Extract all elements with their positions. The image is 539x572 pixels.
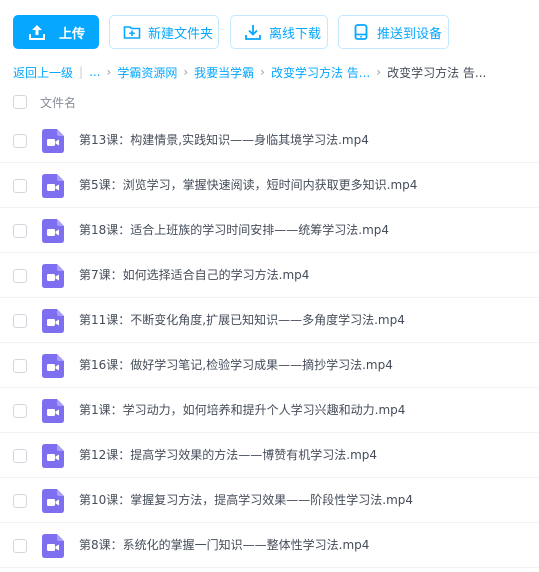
file-row[interactable]: 第13课：构建情景,实践知识——身临其境学习法.mp4 xyxy=(0,118,539,163)
file-name[interactable]: 第11课：不断变化角度,扩展已知知识——多角度学习法.mp4 xyxy=(79,298,405,343)
video-file-icon xyxy=(42,219,64,243)
push-to-device-button[interactable]: 推送到设备 xyxy=(338,15,449,49)
breadcrumb-divider: | xyxy=(79,65,84,79)
row-checkbox[interactable] xyxy=(13,449,27,463)
breadcrumb-item[interactable]: 学霸资源网 xyxy=(117,64,177,81)
file-name[interactable]: 第5课：浏览学习，掌握快速阅读，短时间内获取更多知识.mp4 xyxy=(79,163,417,208)
column-header-filename[interactable]: 文件名 xyxy=(40,94,76,111)
toolbar: 上传 新建文件夹 离线下载 推送到设备 xyxy=(0,0,539,64)
breadcrumb: 返回上一级 | ... › 学霸资源网 › 我要当学霸 › 改变学习方法 告..… xyxy=(13,63,539,81)
video-file-icon xyxy=(42,354,64,378)
new-folder-label: 新建文件夹 xyxy=(148,26,214,42)
offline-download-label: 离线下载 xyxy=(269,26,322,42)
upload-label: 上传 xyxy=(59,26,86,42)
device-icon xyxy=(351,22,371,42)
folder-plus-icon xyxy=(122,22,142,42)
file-row[interactable]: 第11课：不断变化角度,扩展已知知识——多角度学习法.mp4 xyxy=(0,298,539,343)
push-to-device-label: 推送到设备 xyxy=(377,26,443,42)
row-checkbox[interactable] xyxy=(13,134,27,148)
file-name[interactable]: 第10课：掌握复习方法，提高学习效果——阶段性学习法.mp4 xyxy=(79,478,413,523)
row-checkbox[interactable] xyxy=(13,179,27,193)
video-file-icon xyxy=(42,129,64,153)
file-row[interactable]: 第5课：浏览学习，掌握快速阅读，短时间内获取更多知识.mp4 xyxy=(0,163,539,208)
file-name[interactable]: 第7课：如何选择适合自己的学习方法.mp4 xyxy=(79,253,309,298)
file-name[interactable]: 第16课：做好学习笔记,检验学习成果——摘抄学习法.mp4 xyxy=(79,343,393,388)
file-name[interactable]: 第12课：提高学习效果的方法——博赞有机学习法.mp4 xyxy=(79,433,377,478)
download-icon xyxy=(243,22,263,42)
file-row[interactable]: 第7课：如何选择适合自己的学习方法.mp4 xyxy=(0,253,539,298)
video-file-icon xyxy=(42,489,64,513)
breadcrumb-item[interactable]: 改变学习方法 告... xyxy=(271,64,370,81)
video-file-icon xyxy=(42,444,64,468)
row-checkbox[interactable] xyxy=(13,539,27,553)
upload-button[interactable]: 上传 xyxy=(13,15,99,49)
file-row[interactable]: 第18课：适合上班族的学习时间安排——统筹学习法.mp4 xyxy=(0,208,539,253)
file-name[interactable]: 第1课：学习动力，如何培养和提升个人学习兴趣和动力.mp4 xyxy=(79,388,405,433)
breadcrumb-ellipsis[interactable]: ... xyxy=(89,65,100,79)
video-file-icon xyxy=(42,264,64,288)
back-link[interactable]: 返回上一级 xyxy=(13,64,73,81)
file-row[interactable]: 第8课：系统化的掌握一门知识——整体性学习法.mp4 xyxy=(0,523,539,568)
new-folder-button[interactable]: 新建文件夹 xyxy=(109,15,219,49)
chevron-right-icon: › xyxy=(183,65,189,79)
row-checkbox[interactable] xyxy=(13,359,27,373)
row-checkbox[interactable] xyxy=(13,404,27,418)
row-checkbox[interactable] xyxy=(13,494,27,508)
upload-icon xyxy=(27,22,47,42)
file-list: 第13课：构建情景,实践知识——身临其境学习法.mp4 第5课：浏览学习，掌握快… xyxy=(0,118,539,568)
file-name[interactable]: 第8课：系统化的掌握一门知识——整体性学习法.mp4 xyxy=(79,523,369,568)
select-all-checkbox[interactable] xyxy=(13,95,27,109)
file-name[interactable]: 第13课：构建情景,实践知识——身临其境学习法.mp4 xyxy=(79,118,369,163)
row-checkbox[interactable] xyxy=(13,224,27,238)
chevron-right-icon: › xyxy=(106,65,112,79)
file-row[interactable]: 第10课：掌握复习方法，提高学习效果——阶段性学习法.mp4 xyxy=(0,478,539,523)
breadcrumb-item[interactable]: 我要当学霸 xyxy=(194,64,254,81)
video-file-icon xyxy=(42,399,64,423)
list-header: 文件名 xyxy=(0,89,539,115)
video-file-icon xyxy=(42,309,64,333)
row-checkbox[interactable] xyxy=(13,269,27,283)
chevron-right-icon: › xyxy=(376,65,382,79)
file-row[interactable]: 第1课：学习动力，如何培养和提升个人学习兴趣和动力.mp4 xyxy=(0,388,539,433)
file-row[interactable]: 第12课：提高学习效果的方法——博赞有机学习法.mp4 xyxy=(0,433,539,478)
offline-download-button[interactable]: 离线下载 xyxy=(230,15,328,49)
file-row[interactable]: 第16课：做好学习笔记,检验学习成果——摘抄学习法.mp4 xyxy=(0,343,539,388)
chevron-right-icon: › xyxy=(260,65,265,79)
video-file-icon xyxy=(42,174,64,198)
video-file-icon xyxy=(42,534,64,558)
row-checkbox[interactable] xyxy=(13,314,27,328)
file-name[interactable]: 第18课：适合上班族的学习时间安排——统筹学习法.mp4 xyxy=(79,208,389,253)
breadcrumb-current: 改变学习方法 告... xyxy=(387,65,487,80)
